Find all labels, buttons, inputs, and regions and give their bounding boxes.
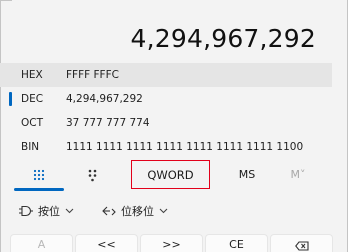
chevron-down-icon xyxy=(159,208,168,214)
bitwise-label: 按位 xyxy=(38,205,60,218)
backspace-icon xyxy=(294,241,309,251)
window-border-top xyxy=(0,0,12,1)
bitwise-gate-icon xyxy=(18,205,34,217)
radix-row-dec[interactable]: DEC 4,294,967,292 xyxy=(0,87,332,111)
radix-row-oct[interactable]: OCT 37 777 777 774 xyxy=(0,111,332,135)
radix-name-hex: HEX xyxy=(21,69,43,81)
keypad-grid-icon xyxy=(33,169,45,181)
tab-bit-toggling-keypad[interactable] xyxy=(68,160,118,190)
key-left-shift[interactable]: << xyxy=(75,234,138,252)
key-a[interactable]: A xyxy=(10,234,73,252)
memory-view-button[interactable]: M˅ xyxy=(283,160,313,189)
key-backspace[interactable] xyxy=(270,234,333,252)
radix-row-bin[interactable]: BIN 1111 1111 1111 1111 1111 1111 1111 1… xyxy=(0,135,332,159)
radix-value-dec: 4,294,967,292 xyxy=(66,93,143,105)
radix-value-hex: FFFF FFFC xyxy=(66,69,119,81)
mode-toolbar: QWORD MS M˅ xyxy=(0,160,332,192)
radix-name-bin: BIN xyxy=(21,141,40,153)
radix-name-dec: DEC xyxy=(21,93,44,105)
keypad: A << >> CE xyxy=(0,234,348,252)
key-clear-entry[interactable]: CE xyxy=(205,234,268,252)
memory-store-button[interactable]: MS xyxy=(232,160,262,189)
radix-panel: HEX FFFF FFFC DEC 4,294,967,292 OCT 37 7… xyxy=(0,63,332,159)
radix-value-oct: 37 777 777 774 xyxy=(66,117,150,129)
tab-full-keypad[interactable] xyxy=(14,160,64,190)
bit-toggle-icon xyxy=(88,169,97,181)
active-tab-indicator xyxy=(14,188,64,191)
key-right-shift[interactable]: >> xyxy=(140,234,203,252)
radix-row-hex[interactable]: HEX FFFF FFFC xyxy=(0,63,332,87)
bit-shift-dropdown[interactable]: 位移位 xyxy=(101,198,168,224)
bit-shift-label: 位移位 xyxy=(121,205,154,218)
word-size-button[interactable]: QWORD xyxy=(131,160,210,189)
operations-bar: 按位 位移位 xyxy=(0,198,332,224)
bit-shift-icon xyxy=(101,205,117,217)
radix-selected-indicator xyxy=(9,92,12,106)
radix-value-bin: 1111 1111 1111 1111 1111 1111 1111 1100 xyxy=(66,141,304,153)
chevron-down-icon xyxy=(65,208,74,214)
result-display: 4,294,967,292 xyxy=(130,24,316,53)
bitwise-dropdown[interactable]: 按位 xyxy=(18,198,74,224)
radix-name-oct: OCT xyxy=(21,117,44,129)
